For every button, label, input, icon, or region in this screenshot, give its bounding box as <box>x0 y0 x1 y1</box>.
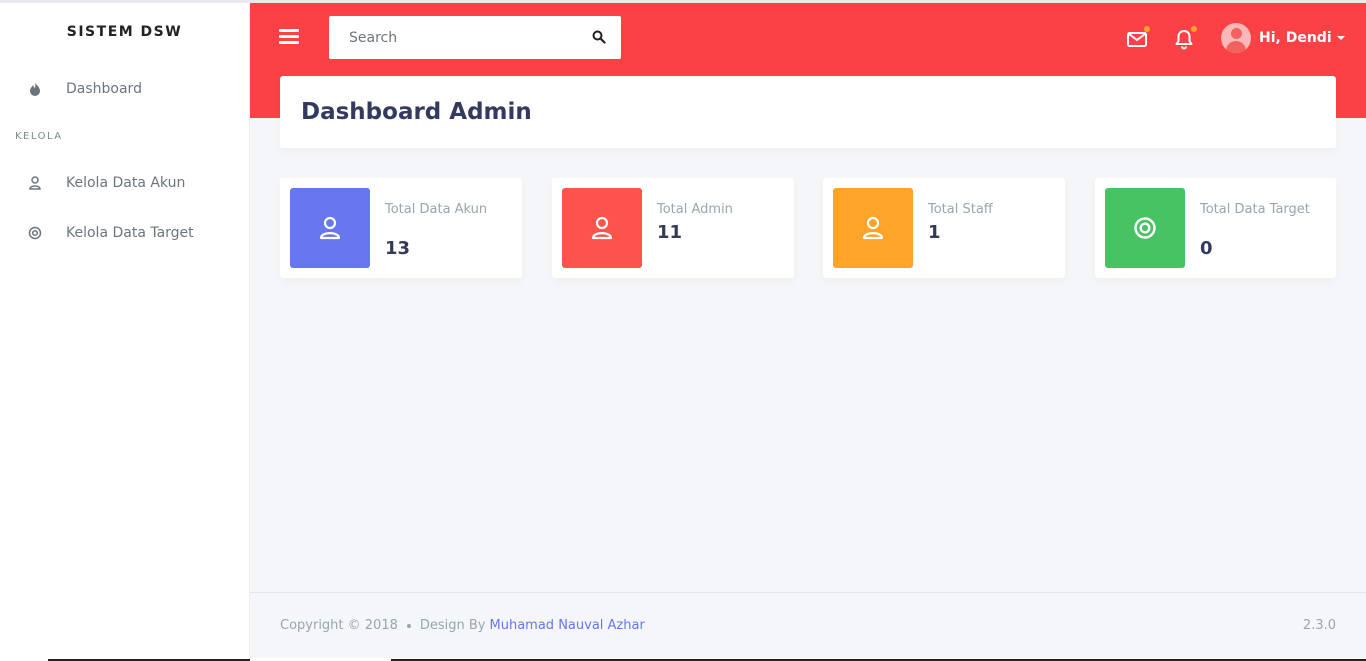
caret-down-icon <box>1336 36 1345 40</box>
footer-author-link[interactable]: Muhamad Nauval Azhar <box>490 618 645 633</box>
avatar <box>1221 23 1251 53</box>
search-bar <box>329 16 621 59</box>
stat-label: Total Data Target <box>1200 202 1310 217</box>
sidebar-section-header: KELOLA <box>15 130 63 142</box>
notification-dot <box>1191 26 1197 32</box>
user-icon <box>27 175 43 191</box>
sidebar-item-kelola-data-akun[interactable]: Kelola Data Akun <box>0 158 249 208</box>
target-icon <box>1105 188 1185 268</box>
stat-value: 0 <box>1200 238 1213 259</box>
stat-card-total-data-target: Total Data Target 0 <box>1095 178 1336 278</box>
sidebar-item-dashboard[interactable]: Dashboard <box>0 64 249 114</box>
stat-label: Total Admin <box>657 202 733 217</box>
sidebar-item-kelola-data-target[interactable]: Kelola Data Target <box>0 208 249 258</box>
stat-label: Total Staff <box>928 202 993 217</box>
sidebar-item-label: Dashboard <box>66 81 142 97</box>
sidebar-item-label: Kelola Data Akun <box>66 175 186 191</box>
sidebar-toggle-button[interactable] <box>279 29 299 47</box>
footer-design-by: Design By <box>419 618 486 633</box>
sidebar-item-label: Kelola Data Target <box>66 225 194 241</box>
stat-card-total-staff: Total Staff 1 <box>823 178 1065 278</box>
stat-value: 11 <box>657 222 683 243</box>
footer-bullet <box>406 623 411 628</box>
window-top-border <box>0 0 1366 3</box>
user-menu[interactable]: Hi, Dendi <box>1221 23 1345 53</box>
target-icon <box>27 225 43 241</box>
user-icon <box>290 188 370 268</box>
stat-value: 13 <box>385 238 411 259</box>
footer-left: Copyright © 2018 Design By Muhamad Nauva… <box>280 618 645 633</box>
sidebar: SISTEM DSW Dashboard KELOLA Kelola Data … <box>0 3 250 658</box>
footer-copyright: Copyright © 2018 <box>280 618 398 633</box>
stat-value: 1 <box>928 222 941 243</box>
stat-card-total-admin: Total Admin 11 <box>552 178 794 278</box>
search-input[interactable] <box>329 16 579 59</box>
user-greeting: Hi, Dendi <box>1259 30 1332 46</box>
search-icon[interactable] <box>592 30 606 44</box>
section-header: Dashboard Admin <box>280 76 1336 148</box>
page-title: Dashboard Admin <box>301 99 532 125</box>
footer-version: 2.3.0 <box>1302 618 1336 633</box>
user-icon <box>562 188 642 268</box>
stat-label: Total Data Akun <box>385 202 488 217</box>
envelope-icon[interactable] <box>1126 26 1150 50</box>
brand-title[interactable]: SISTEM DSW <box>0 3 249 61</box>
fire-icon <box>27 81 43 97</box>
stat-card-total-data-akun: Total Data Akun 13 <box>280 178 522 278</box>
footer: Copyright © 2018 Design By Muhamad Nauva… <box>250 592 1366 658</box>
bell-icon[interactable] <box>1173 26 1197 50</box>
notification-dot <box>1144 26 1150 32</box>
user-icon <box>833 188 913 268</box>
